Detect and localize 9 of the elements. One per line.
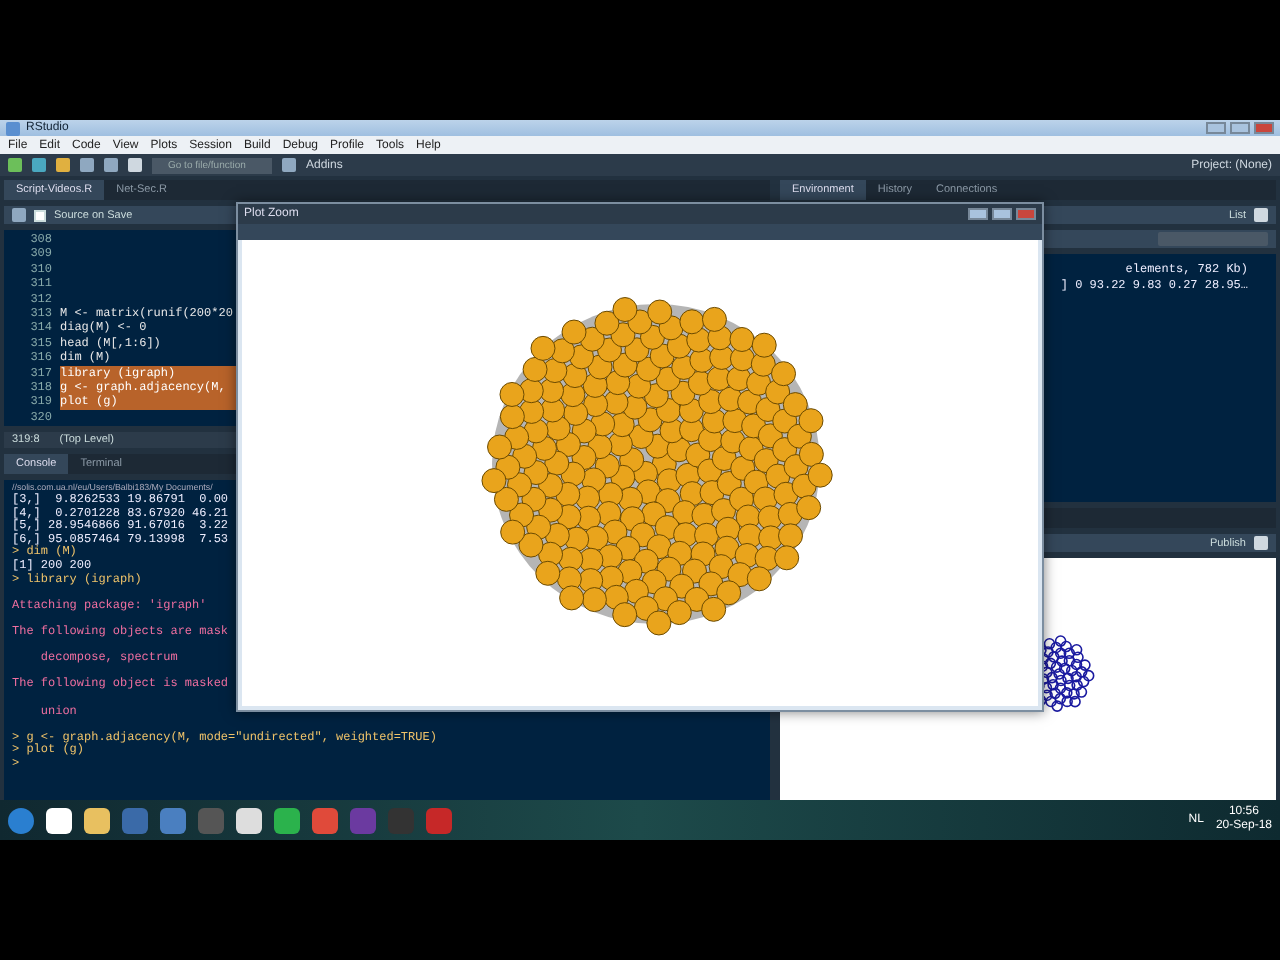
close-button[interactable] [1254,122,1274,134]
minimize-button[interactable] [1206,122,1226,134]
close-button[interactable] [1016,208,1036,220]
maximize-button[interactable] [1230,122,1250,134]
minimize-button[interactable] [968,208,988,220]
search-field[interactable] [1158,232,1268,246]
maximize-button[interactable] [992,208,1012,220]
start-icon[interactable] [8,807,34,833]
checkbox[interactable] [34,209,46,221]
